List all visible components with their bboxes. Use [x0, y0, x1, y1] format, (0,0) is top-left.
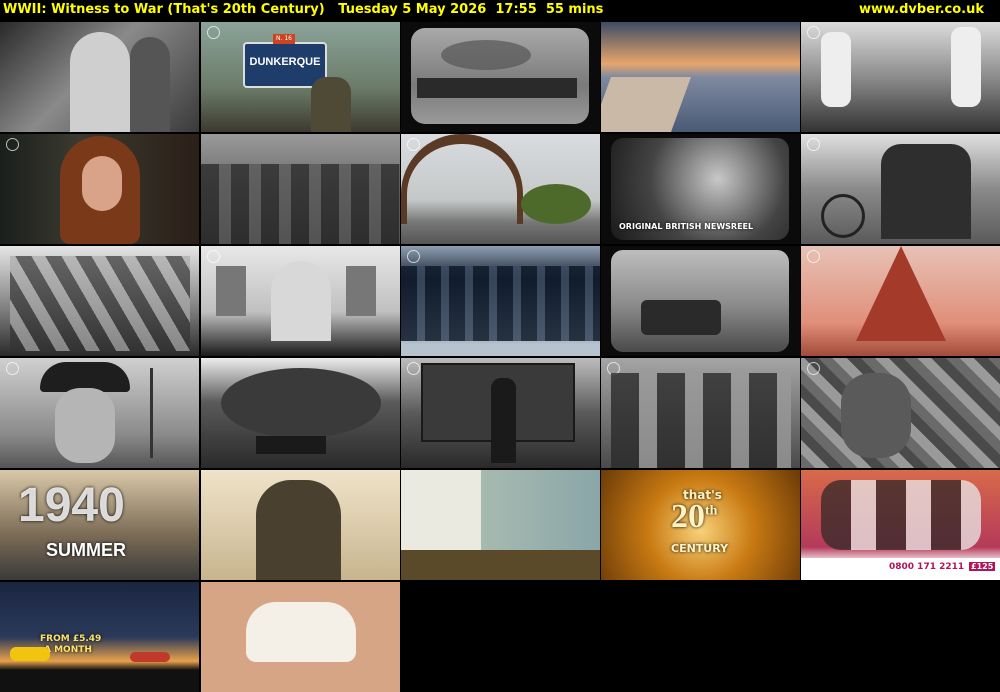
logo-number-text: 20	[671, 498, 705, 535]
broadcast-date: Tuesday 5 May 2026	[338, 2, 487, 17]
channel-watermark-icon	[807, 362, 820, 375]
statue-figure	[821, 32, 851, 107]
thumbnail-22[interactable]	[201, 470, 400, 580]
channel-watermark-icon	[807, 250, 820, 263]
smoke-cloud	[441, 40, 531, 70]
beach-shore	[601, 77, 692, 132]
thumbnail-15[interactable]	[801, 246, 1000, 356]
thumbnail-11[interactable]	[0, 246, 199, 356]
officer-figure	[491, 378, 516, 463]
ship-silhouette	[417, 78, 577, 98]
grass-foreground	[401, 550, 600, 580]
film-frame	[611, 250, 789, 352]
thumbnail-25[interactable]: 0800 171 2211 £125	[801, 470, 1000, 580]
woman-face	[82, 156, 122, 211]
tank-silhouette	[641, 300, 721, 335]
advert-price: £125	[969, 562, 996, 571]
site-link[interactable]: www.dvber.co.uk	[859, 0, 984, 20]
thumbnail-8[interactable]	[401, 134, 600, 244]
thumbnail-17[interactable]	[201, 358, 400, 468]
tree-cluster	[221, 368, 381, 438]
channel-watermark-icon	[6, 362, 19, 375]
woman-figure	[130, 37, 170, 132]
crowd-figures	[10, 256, 190, 351]
broadcast-time: 17:55	[495, 2, 537, 17]
thumbnail-6[interactable]	[0, 134, 199, 244]
soldier-figure	[311, 77, 351, 132]
channel-watermark-icon	[407, 138, 420, 151]
thumbnail-grid: N. 16 DUNKERQUE ORIGINAL BRITISH NEWSREE…	[0, 22, 1000, 692]
thumbnail-14[interactable]	[601, 246, 800, 356]
channel-watermark-icon	[207, 26, 220, 39]
thumbnail-2[interactable]: N. 16 DUNKERQUE	[201, 22, 400, 132]
marshal-face	[55, 388, 115, 463]
channel-watermark-icon	[807, 138, 820, 151]
advert-price-bottom: A MONTH	[44, 645, 92, 655]
men-pushing-cart	[881, 144, 971, 239]
year-title: 1940	[18, 479, 125, 532]
channel-watermark-icon	[407, 250, 420, 263]
channel-watermark-icon	[407, 362, 420, 375]
broadcast-duration: 55 mins	[545, 2, 604, 17]
thumbnail-21[interactable]: 1940 SUMMER	[0, 470, 199, 580]
thumbnail-9[interactable]: ORIGINAL BRITISH NEWSREEL	[601, 134, 800, 244]
logo-number-suffix: th	[705, 503, 718, 519]
thumbnail-12[interactable]	[201, 246, 400, 356]
yellow-car	[10, 647, 50, 661]
thumbnail-18[interactable]	[401, 358, 600, 468]
programme-info: WWII: Witness to War (That's 20th Centur…	[3, 0, 603, 20]
cart-wheel	[821, 194, 865, 238]
thumbnail-26[interactable]: FROM £5.49 A MONTH	[0, 582, 199, 692]
thumbnail-16[interactable]	[0, 358, 199, 468]
arc-relief-right	[346, 266, 376, 316]
thumbnail-3[interactable]	[401, 22, 600, 132]
arc-relief-left	[216, 266, 246, 316]
channel-watermark-icon	[807, 26, 820, 39]
arc-opening	[271, 261, 331, 341]
channel-watermark-icon	[207, 250, 220, 263]
churchill-statue	[256, 480, 341, 580]
officers-group	[611, 373, 791, 468]
channel-watermark-icon	[6, 138, 19, 151]
season-title: SUMMER	[46, 540, 126, 560]
thumbnail-20[interactable]	[801, 358, 1000, 468]
channel-logo-bottom: CENTURY	[671, 542, 729, 555]
thumbnail-4[interactable]	[601, 22, 800, 132]
cavalry-column	[401, 266, 600, 341]
thumbnail-13[interactable]	[401, 246, 600, 356]
thumbnail-10[interactable]	[801, 134, 1000, 244]
white-bra	[246, 602, 356, 662]
thumbnail-1[interactable]	[0, 22, 199, 132]
sign-text: DUNKERQUE	[249, 56, 321, 68]
eiffel-tower	[856, 246, 946, 341]
railway-carriage	[256, 436, 326, 454]
crowd-of-soldiers	[201, 164, 400, 244]
statue-figure	[951, 27, 981, 107]
film-frame	[411, 28, 589, 124]
thumbnail-27[interactable]	[201, 582, 400, 692]
sign-top-plate: N. 16	[273, 34, 295, 44]
newsreel-caption: ORIGINAL BRITISH NEWSREEL	[619, 222, 754, 231]
advert-people	[821, 480, 981, 550]
soldier-figure	[70, 32, 130, 132]
channel-logo-number: 20th	[671, 498, 717, 536]
thumbnail-7[interactable]	[201, 134, 400, 244]
advert-phone: 0800 171 2211	[889, 562, 965, 572]
pixelated-face	[841, 373, 911, 458]
advert-price-top: FROM £5.49	[40, 634, 102, 644]
thumbnail-23[interactable]	[401, 470, 600, 580]
trees	[521, 184, 591, 224]
thumbnail-24[interactable]: that's 20th CENTURY	[601, 470, 800, 580]
title-bar: WWII: Witness to War (That's 20th Centur…	[0, 0, 1000, 20]
programme-title: WWII: Witness to War (That's 20th Centur…	[3, 2, 325, 17]
eiffel-tower-arch	[401, 134, 523, 224]
bare-tree	[150, 368, 153, 458]
red-car	[130, 652, 170, 662]
thumbnail-5[interactable]	[801, 22, 1000, 132]
thumbnail-19[interactable]	[601, 358, 800, 468]
